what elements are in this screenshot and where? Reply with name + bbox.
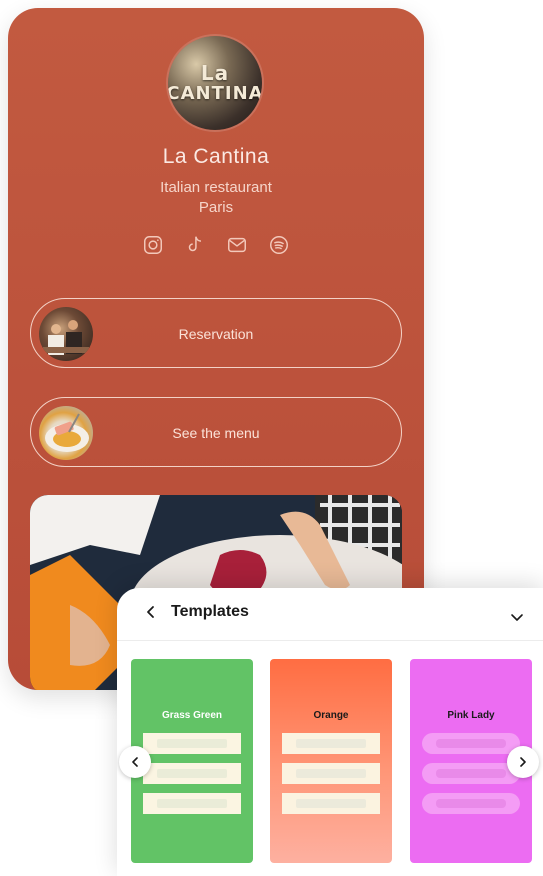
template-card-orange[interactable]: Orange [270, 659, 392, 863]
templates-header: Templates [117, 588, 543, 641]
template-sample-link [282, 763, 380, 784]
see-the-menu-button[interactable]: See the menu [30, 397, 402, 467]
chevron-down-icon[interactable] [507, 608, 527, 628]
template-sample-link [282, 733, 380, 754]
spotify-icon[interactable] [268, 234, 290, 256]
template-sample-link [282, 793, 380, 814]
logo-text-cantina: CANTINA [168, 83, 262, 104]
template-name: Pink Lady [447, 710, 495, 721]
template-name: Orange [313, 710, 349, 721]
reservation-label: Reservation [178, 326, 254, 342]
template-sample-link [422, 793, 520, 814]
profile-location: Paris [198, 199, 234, 216]
chevron-left-icon[interactable] [141, 602, 161, 622]
chevron-left-icon [132, 757, 138, 767]
previous-template-button[interactable] [119, 746, 151, 778]
template-sample-link [143, 733, 241, 754]
templates-panel: Templates Grass Green Orange Pink Lady [117, 588, 543, 876]
next-template-button[interactable] [507, 746, 539, 778]
mail-icon[interactable] [226, 234, 248, 256]
instagram-icon[interactable] [142, 234, 164, 256]
templates-title: Templates [171, 603, 249, 620]
template-sample-link [422, 733, 520, 754]
template-sample-link [143, 763, 241, 784]
logo-text-la: La [200, 61, 230, 85]
template-sample-link [422, 763, 520, 784]
template-sample-link [143, 793, 241, 814]
profile-name: La Cantina [162, 145, 270, 168]
reservation-button[interactable]: Reservation [30, 298, 402, 368]
chevron-right-icon [520, 757, 526, 767]
template-name: Grass Green [161, 710, 223, 721]
profile-subtitle: Italian restaurant [160, 179, 272, 196]
restaurant-logo-avatar: La CANTINA [168, 36, 262, 130]
see-the-menu-label: See the menu [172, 425, 260, 441]
social-links [8, 234, 424, 256]
tiktok-icon[interactable] [184, 234, 206, 256]
